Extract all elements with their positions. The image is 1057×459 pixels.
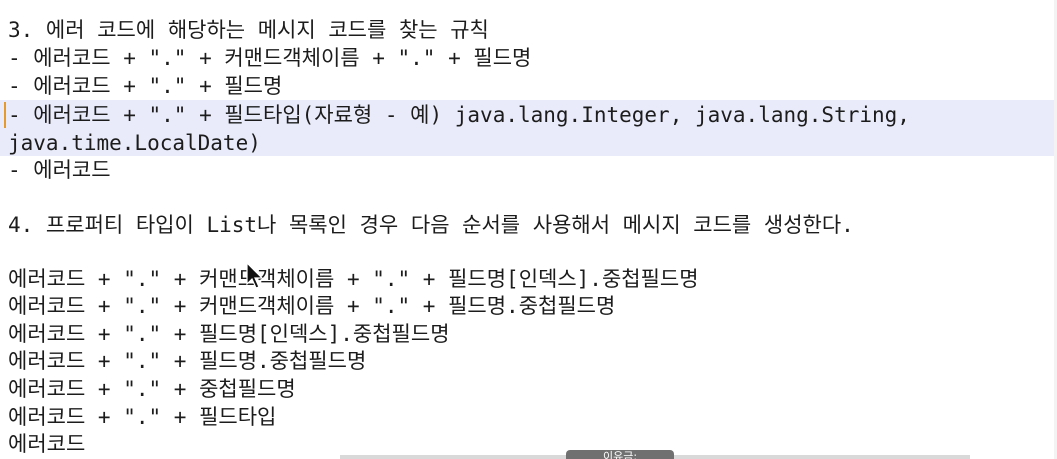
editor-line: - 에러코드 + "." + 필드타입(자료형 - 예) java.lang.I… [8,103,910,127]
editor-line: 에러코드 + "." + 커맨드객체이름 + "." + 필드명.중첩필드명 [8,294,616,318]
editor-line: - 에러코드 + "." + 커맨드객체이름 + "." + 필드명 [8,46,532,70]
editor-line: 에러코드 + "." + 중첩필드명 [8,377,296,401]
editor-line: - 에러코드 [8,158,111,182]
mouse-pointer-icon [246,262,264,289]
editor-line: 에러코드 + "." + 필드명.중첩필드명 [8,349,367,373]
editor-line: java.time.LocalDate) [8,131,261,155]
current-line-marker [4,102,6,128]
text-editor[interactable]: 3. 에러 코드에 해당하는 메시지 코드를 찾는 규칙 - 에러코드 + ".… [0,0,1057,459]
editor-line: 4. 프로퍼티 타입이 List나 목록인 경우 다음 순서를 사용해서 메시지… [8,213,854,237]
editor-line: 에러코드 [8,432,86,456]
tooltip: 이유금: [566,450,674,459]
editor-line: - 에러코드 + "." + 필드명 [8,74,283,98]
editor-line: 에러코드 + "." + 커맨드객체이름 + "." + 필드명[인덱스].중첩… [8,267,699,291]
editor-line: 에러코드 + "." + 필드타입 [8,405,277,429]
editor-line: 3. 에러 코드에 해당하는 메시지 코드를 찾는 규칙 [8,18,489,42]
editor-line: 에러코드 + "." + 필드명[인덱스].중첩필드명 [8,322,450,346]
